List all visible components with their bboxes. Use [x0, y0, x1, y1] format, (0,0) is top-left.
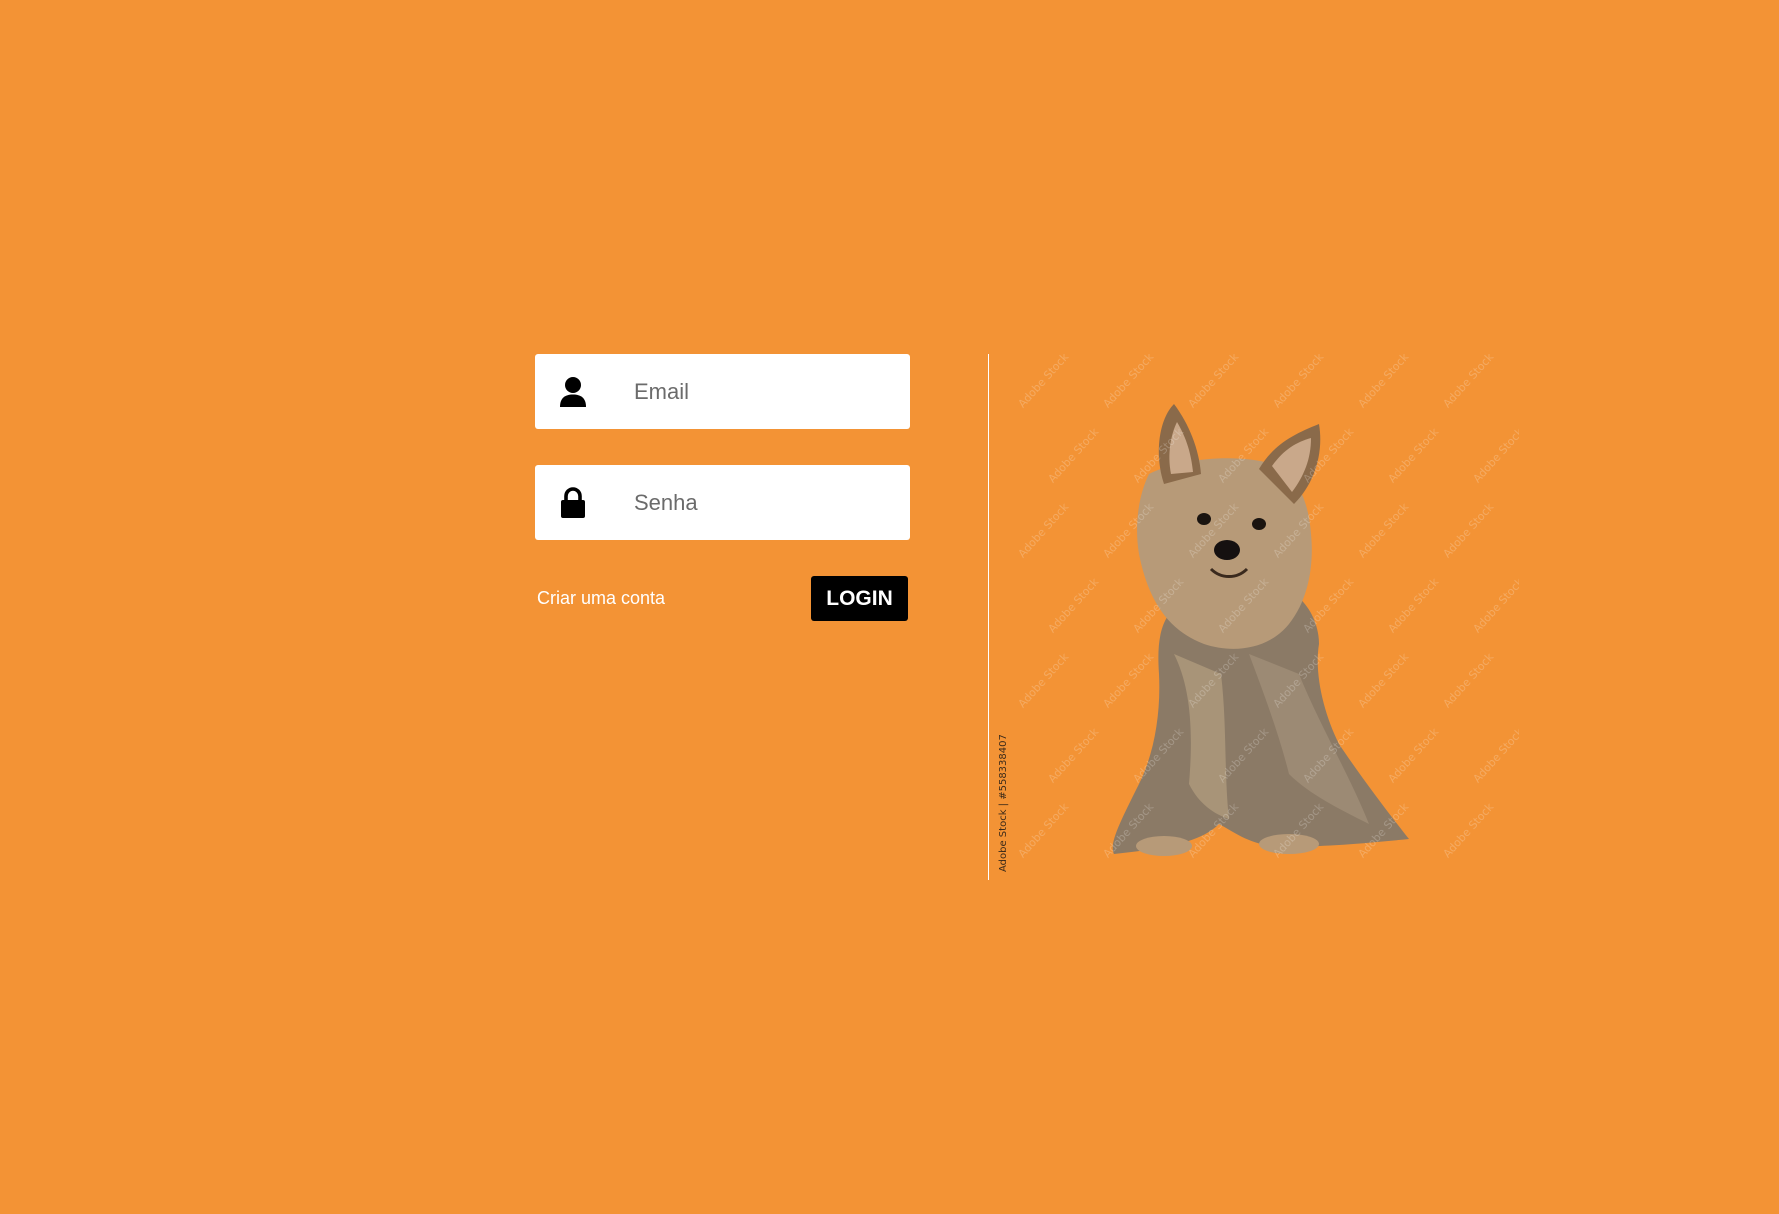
- login-form: Criar uma conta LOGIN: [535, 354, 910, 622]
- login-page: Criar uma conta LOGIN Adobe Stock: [0, 0, 1779, 1214]
- create-account-link[interactable]: Criar uma conta: [537, 588, 665, 609]
- password-input[interactable]: [634, 465, 894, 540]
- login-button[interactable]: LOGIN: [811, 576, 908, 621]
- form-actions: Criar uma conta LOGIN: [535, 576, 910, 622]
- password-field-container: [535, 465, 910, 540]
- email-field-container: [535, 354, 910, 429]
- user-icon: [557, 376, 589, 408]
- lock-icon: [557, 487, 589, 519]
- stock-credit-text: Adobe Stock | #558338407: [998, 734, 1009, 872]
- dog-photo: Adobe Stock Adobe Stock Adobe Stock Adobe S…: [989, 354, 1519, 880]
- email-input[interactable]: [634, 354, 894, 429]
